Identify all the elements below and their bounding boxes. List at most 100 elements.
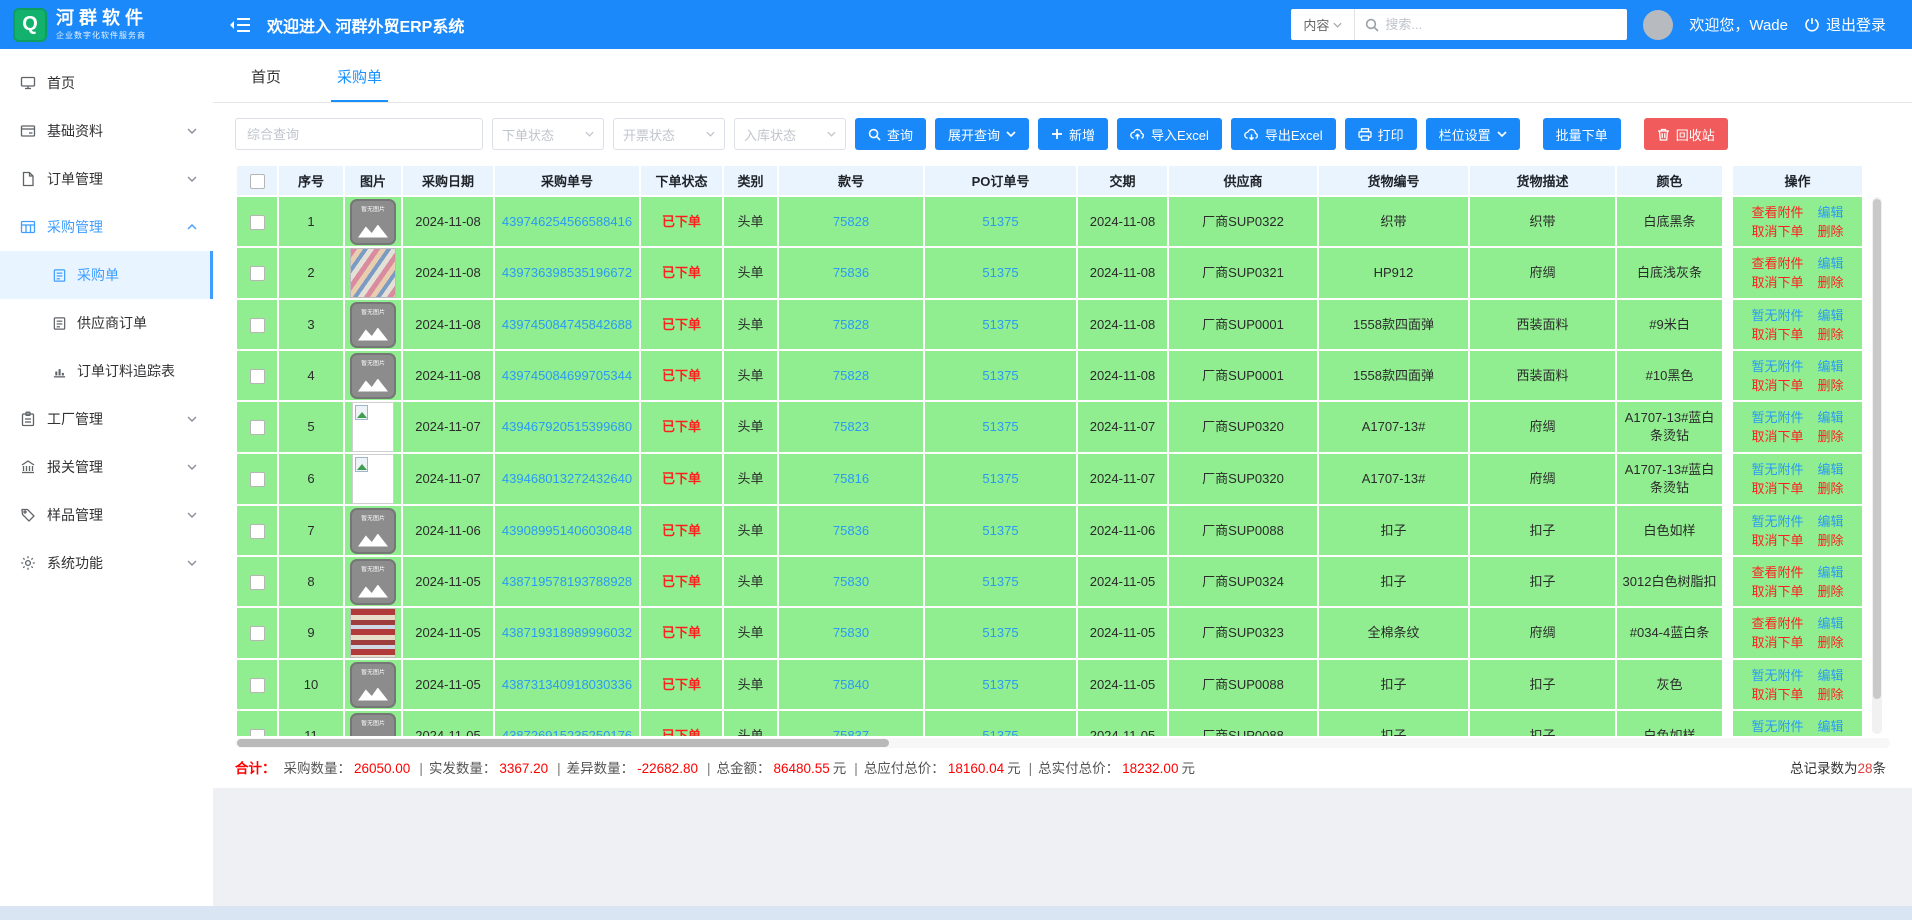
purchase-no-link[interactable]: 438719318989996032: [502, 625, 632, 640]
delete-link[interactable]: 删除: [1818, 427, 1844, 446]
cancel-order-link[interactable]: 取消下单: [1751, 685, 1803, 704]
row-checkbox[interactable]: [250, 524, 265, 539]
invoice-status-select[interactable]: 开票状态: [613, 118, 725, 150]
style-no-link[interactable]: 75830: [833, 574, 869, 589]
row-checkbox[interactable]: [250, 215, 265, 230]
product-photo[interactable]: [350, 608, 396, 658]
row-checkbox[interactable]: [250, 678, 265, 693]
purchase-no-link[interactable]: 439468013272432640: [502, 471, 632, 486]
sidebar-item-order-mgmt[interactable]: 订单管理: [0, 155, 213, 203]
purchase-no-link[interactable]: 438719578193788928: [502, 574, 632, 589]
sidebar-item-sample-mgmt[interactable]: 样品管理: [0, 491, 213, 539]
delete-link[interactable]: 删除: [1818, 273, 1844, 292]
cancel-order-link[interactable]: 取消下单: [1751, 479, 1803, 498]
edit-link[interactable]: 编辑: [1818, 512, 1844, 531]
product-image[interactable]: 暂无图片: [349, 353, 397, 399]
style-no-link[interactable]: 75837: [833, 728, 869, 736]
cancel-order-link[interactable]: 取消下单: [1751, 531, 1803, 550]
purchase-no-link[interactable]: 439736398535196672: [502, 265, 632, 280]
product-image[interactable]: 暂无图片: [349, 302, 397, 348]
import-excel-button[interactable]: 导入Excel: [1117, 118, 1222, 150]
inbound-status-select[interactable]: 入库状态: [734, 118, 846, 150]
cancel-order-link[interactable]: 取消下单: [1751, 582, 1803, 601]
product-image[interactable]: [349, 402, 397, 452]
cancel-order-link[interactable]: 取消下单: [1751, 736, 1803, 737]
product-image[interactable]: 暂无图片: [349, 662, 397, 708]
row-checkbox[interactable]: [250, 729, 265, 736]
cancel-order-link[interactable]: 取消下单: [1751, 427, 1803, 446]
sidebar-item-basic-data[interactable]: 基础资料: [0, 107, 213, 155]
row-checkbox[interactable]: [250, 266, 265, 281]
purchase-no-link[interactable]: 438731340918030336: [502, 677, 632, 692]
edit-link[interactable]: 编辑: [1818, 717, 1844, 736]
style-no-link[interactable]: 75828: [833, 368, 869, 383]
attachment-link[interactable]: 暂无附件: [1751, 512, 1803, 531]
attachment-link[interactable]: 暂无附件: [1751, 460, 1803, 479]
cancel-order-link[interactable]: 取消下单: [1751, 633, 1803, 652]
sidebar-item-purchase-mgmt[interactable]: 采购管理: [0, 203, 213, 251]
delete-link[interactable]: 删除: [1818, 582, 1844, 601]
delete-link[interactable]: 删除: [1818, 376, 1844, 395]
product-photo[interactable]: [350, 248, 396, 298]
sidebar-item-system-functions[interactable]: 系统功能: [0, 539, 213, 587]
edit-link[interactable]: 编辑: [1818, 614, 1844, 633]
row-checkbox[interactable]: [250, 626, 265, 641]
cancel-order-link[interactable]: 取消下单: [1751, 325, 1803, 344]
sidebar-item-home[interactable]: 首页: [0, 59, 213, 107]
export-excel-button[interactable]: 导出Excel: [1231, 118, 1336, 150]
attachment-link[interactable]: 暂无附件: [1751, 717, 1803, 736]
row-checkbox[interactable]: [250, 472, 265, 487]
horizontal-scrollbar-thumb[interactable]: [237, 739, 889, 747]
po-no-link[interactable]: 51375: [982, 214, 1018, 229]
po-no-link[interactable]: 51375: [982, 523, 1018, 538]
print-button[interactable]: 打印: [1345, 118, 1417, 150]
select-all-checkbox[interactable]: [250, 174, 265, 189]
edit-link[interactable]: 编辑: [1818, 666, 1844, 685]
product-image[interactable]: 暂无图片: [349, 508, 397, 554]
row-checkbox[interactable]: [250, 420, 265, 435]
edit-link[interactable]: 编辑: [1818, 306, 1844, 325]
po-no-link[interactable]: 51375: [982, 471, 1018, 486]
style-no-link[interactable]: 75830: [833, 625, 869, 640]
purchase-no-link[interactable]: 438726915235250176: [502, 728, 632, 736]
edit-link[interactable]: 编辑: [1818, 408, 1844, 427]
delete-link[interactable]: 删除: [1818, 531, 1844, 550]
delete-link[interactable]: 删除: [1818, 479, 1844, 498]
edit-link[interactable]: 编辑: [1818, 203, 1844, 222]
po-no-link[interactable]: 51375: [982, 317, 1018, 332]
attachment-link[interactable]: 暂无附件: [1751, 306, 1803, 325]
style-no-link[interactable]: 75836: [833, 523, 869, 538]
cancel-order-link[interactable]: 取消下单: [1751, 273, 1803, 292]
attachment-link[interactable]: 查看附件: [1751, 614, 1803, 633]
delete-link[interactable]: 删除: [1818, 736, 1844, 737]
po-no-link[interactable]: 51375: [982, 625, 1018, 640]
product-image[interactable]: 暂无图片: [349, 713, 397, 737]
purchase-no-link[interactable]: 439745084699705344: [502, 368, 632, 383]
style-no-link[interactable]: 75836: [833, 265, 869, 280]
product-image[interactable]: [349, 248, 397, 298]
sidebar-item-purchase-order[interactable]: 采购单: [0, 251, 213, 299]
style-no-link[interactable]: 75828: [833, 214, 869, 229]
edit-link[interactable]: 编辑: [1818, 357, 1844, 376]
query-button[interactable]: 查询: [855, 118, 926, 150]
attachment-link[interactable]: 查看附件: [1751, 203, 1803, 222]
collapse-sidebar-icon[interactable]: [229, 15, 251, 35]
logout-button[interactable]: 退出登录: [1804, 14, 1886, 35]
sidebar-item-factory-mgmt[interactable]: 工厂管理: [0, 395, 213, 443]
po-no-link[interactable]: 51375: [982, 368, 1018, 383]
purchase-no-link[interactable]: 439089951406030848: [502, 523, 632, 538]
sidebar-item-customs-mgmt[interactable]: 报关管理: [0, 443, 213, 491]
delete-link[interactable]: 删除: [1818, 325, 1844, 344]
product-image[interactable]: [349, 454, 397, 504]
tab-purchase-order[interactable]: 采购单: [331, 66, 388, 102]
search-category-select[interactable]: 内容: [1291, 9, 1355, 40]
order-status-select[interactable]: 下单状态: [492, 118, 604, 150]
purchase-no-link[interactable]: 439745084745842688: [502, 317, 632, 332]
product-image[interactable]: 暂无图片: [349, 559, 397, 605]
keyword-search-input[interactable]: [235, 118, 483, 150]
product-image[interactable]: 暂无图片: [349, 199, 397, 245]
delete-link[interactable]: 删除: [1818, 222, 1844, 241]
attachment-link[interactable]: 查看附件: [1751, 563, 1803, 582]
column-settings-button[interactable]: 栏位设置: [1426, 118, 1520, 150]
attachment-link[interactable]: 查看附件: [1751, 254, 1803, 273]
